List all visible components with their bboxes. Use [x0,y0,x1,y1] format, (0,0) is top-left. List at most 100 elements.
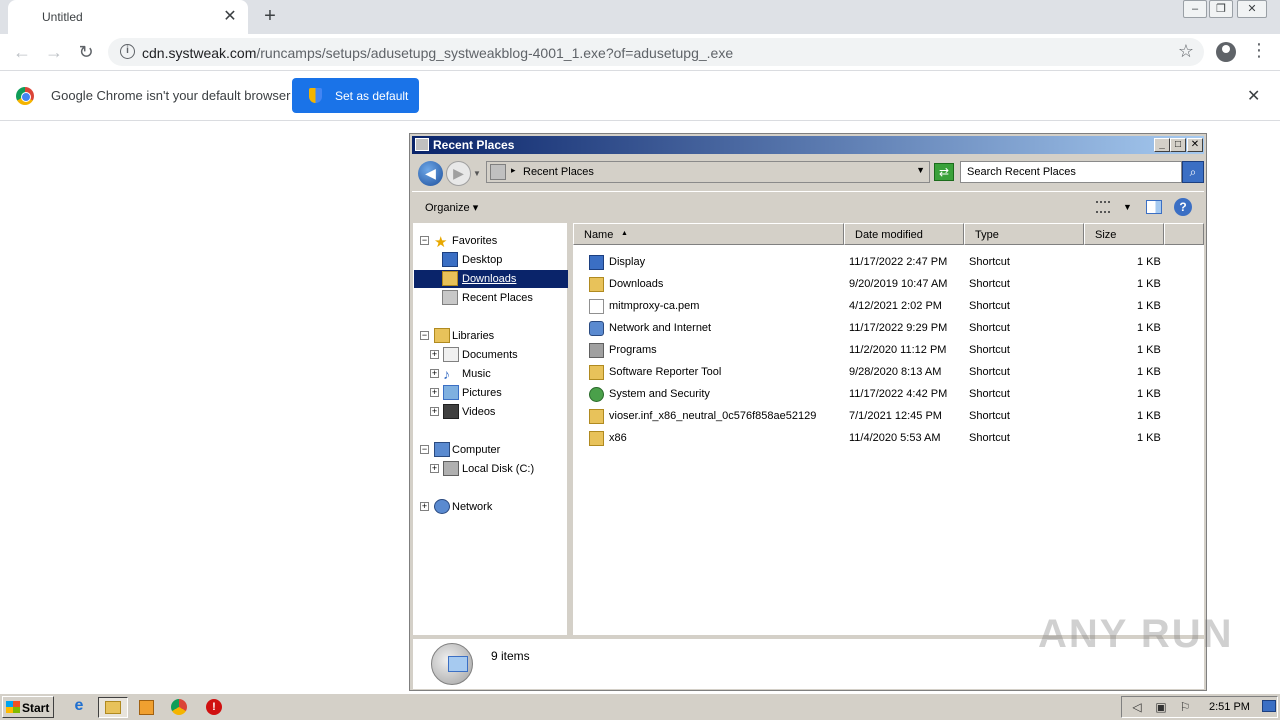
taskbar-clock[interactable]: 2:51 PM [1209,701,1250,713]
nav-downloads[interactable]: Downloads [414,270,568,288]
file-row[interactable]: mitmproxy-ca.pem 4/12/2021 2:02 PM Shortcu… [573,296,1204,318]
view-options-icon[interactable] [1096,201,1110,213]
nav-network[interactable]: + Network [420,498,568,516]
action-center-flag-icon[interactable]: ⚐ [1178,700,1192,714]
set-as-default-button[interactable]: Set as default [292,78,419,113]
nav-desktop[interactable]: Desktop [439,251,568,269]
folder-icon [589,409,604,424]
expand-icon[interactable]: + [430,350,439,359]
url-text: cdn.systweak.com/runcamps/setups/adusetu… [142,45,733,61]
bookmark-star-icon[interactable]: ☆ [1178,41,1194,62]
nav-music[interactable]: + ♪ Music [430,365,568,383]
expand-icon[interactable]: + [430,464,439,473]
column-header-date[interactable]: Date modified [844,223,964,245]
file-size: 1 KB [1137,410,1161,422]
explorer-forward-button[interactable]: ▶ [446,161,471,186]
refresh-icon[interactable]: ⇄ [934,163,954,181]
nav-videos[interactable]: + Videos [430,403,568,421]
reload-button[interactable]: ↻ [74,40,98,64]
chrome-menu-icon[interactable]: ⋮ [1250,40,1268,61]
file-row[interactable]: Programs 11/2/2020 11:12 PM Shortcut 1 KB [573,340,1204,362]
file-size: 1 KB [1137,344,1161,356]
profile-avatar-icon[interactable] [1216,42,1236,62]
close-window-icon[interactable]: ✕ [1237,0,1267,18]
network-tray-icon[interactable]: ▣ [1154,700,1168,714]
internet-explorer-icon[interactable]: e [68,697,90,718]
folder-icon [589,431,604,446]
column-header-size[interactable]: Size [1084,223,1164,245]
expand-icon[interactable]: + [430,369,439,378]
file-row[interactable]: System and Security 11/17/2022 4:42 PM Sho… [573,384,1204,406]
file-row[interactable]: vioser.inf_x86_neutral_0c576f858ae52129 7… [573,406,1204,428]
pictures-icon [443,385,459,400]
collapse-icon[interactable]: − [420,445,429,454]
new-tab-button[interactable]: + [258,4,282,28]
address-text: Recent Places [523,166,594,178]
explorer-close-icon[interactable]: ✕ [1187,138,1203,152]
file-row[interactable]: Network and Internet 11/17/2022 9:29 PM Sh… [573,318,1204,340]
tab-title: Untitled [42,10,83,24]
nav-pictures[interactable]: + Pictures [430,384,568,402]
nav-local-disk[interactable]: + Local Disk (C:) [430,460,568,478]
recent-places-title-icon [415,138,429,151]
file-row[interactable]: Software Reporter Tool 9/28/2020 8:13 AM S… [573,362,1204,384]
nav-computer[interactable]: − Computer [420,441,568,459]
back-button[interactable]: ← [10,40,34,64]
programs-icon [589,343,604,358]
site-info-icon[interactable]: i [120,44,135,59]
file-size: 1 KB [1137,278,1161,290]
explorer-titlebar[interactable]: Recent Places _ □ ✕ [412,136,1204,154]
nav-libraries[interactable]: − Libraries [420,327,568,345]
item-count: 9 items [491,649,530,663]
file-row[interactable]: x86 11/4/2020 5:53 AM Shortcut 1 KB [573,428,1204,450]
expand-icon[interactable]: + [430,388,439,397]
history-dropdown-icon[interactable]: ▼ [473,169,481,178]
nav-favorites[interactable]: − ★ Favorites [420,232,568,251]
organize-button[interactable]: Organize ▾ [425,201,478,214]
volume-icon[interactable]: ◁ [1130,700,1144,714]
file-icon [589,299,604,314]
explorer-address-bar[interactable]: ▸ Recent Places ▼ [486,161,930,183]
minimize-icon[interactable]: ‒ [1183,0,1207,18]
help-icon[interactable]: ? [1174,198,1192,216]
explorer-minimize-icon[interactable]: _ [1154,138,1170,152]
file-size: 1 KB [1137,366,1161,378]
restore-icon[interactable]: ❐ [1209,0,1233,18]
explorer-maximize-icon[interactable]: □ [1170,138,1186,152]
column-header-type[interactable]: Type [964,223,1084,245]
column-type-label: Type [975,229,999,241]
preview-pane-icon[interactable] [1146,200,1162,214]
address-dropdown-icon[interactable]: ▼ [916,165,925,175]
file-row[interactable]: Display 11/17/2022 2:47 PM Shortcut 1 KB [573,252,1204,274]
start-button[interactable]: Start [2,696,54,718]
security-icon [589,387,604,402]
collapse-icon[interactable]: − [420,236,429,245]
media-player-icon[interactable] [136,697,158,718]
antivirus-icon[interactable]: ! [203,697,225,718]
expand-icon[interactable]: + [430,407,439,416]
nav-documents[interactable]: + Documents [430,346,568,364]
view-dropdown-icon[interactable]: ▼ [1123,202,1132,212]
infobar-close-icon[interactable]: ✕ [1247,86,1260,106]
explorer-back-button[interactable]: ◀ [418,161,443,186]
url-host: cdn.systweak.com [142,45,257,61]
nav-label: Computer [452,444,501,456]
browser-tab[interactable]: Untitled ✕ [8,0,248,34]
column-header-name[interactable]: Name ▲ [573,223,844,245]
forward-button[interactable]: → [42,40,66,64]
show-desktop-icon[interactable] [1262,700,1276,712]
file-row[interactable]: Downloads 9/20/2019 10:47 AM Shortcut 1 KB [573,274,1204,296]
local-disk-icon [443,461,459,476]
collapse-icon[interactable]: − [420,331,429,340]
nav-recent-places[interactable]: Recent Places [439,289,568,307]
breadcrumb-arrow-icon[interactable]: ▸ [511,165,516,176]
file-list: Name ▲ Date modified Type Size Display 11/… [573,223,1204,635]
expand-icon[interactable]: + [420,502,429,511]
address-bar[interactable]: i cdn.systweak.com/runcamps/setups/aduse… [108,38,1204,66]
explorer-taskbar-button[interactable] [98,697,128,718]
tab-close-icon[interactable]: ✕ [220,7,240,27]
chrome-taskbar-icon[interactable] [168,697,190,718]
explorer-search-input[interactable]: Search Recent Places [960,161,1182,183]
nav-label: Network [452,501,493,513]
search-icon[interactable]: ⌕ [1182,161,1204,183]
